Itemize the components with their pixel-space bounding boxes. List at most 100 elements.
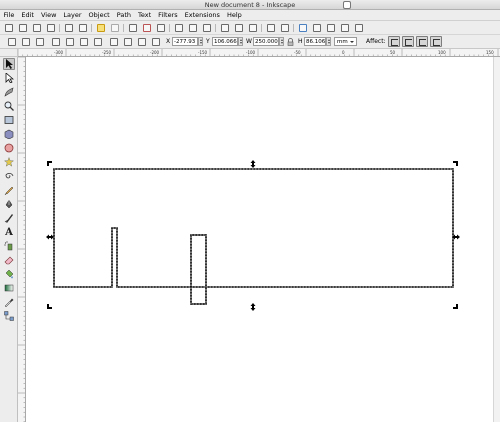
vertical-scrollbar[interactable]: [493, 57, 500, 422]
paste-icon[interactable]: [157, 24, 165, 32]
text-tool-icon[interactable]: A: [3, 226, 15, 238]
x-label: X: [166, 38, 171, 45]
xml-editor-icon[interactable]: [327, 24, 335, 32]
cut-icon[interactable]: [143, 24, 151, 32]
zoom-page-icon[interactable]: [203, 24, 211, 32]
width-field[interactable]: [253, 37, 279, 46]
height-spinner[interactable]: [326, 37, 331, 46]
selector-tool-icon[interactable]: [3, 58, 15, 70]
pencil-tool-icon[interactable]: [3, 184, 15, 196]
group-icon[interactable]: [267, 24, 275, 32]
x-spinner[interactable]: [198, 37, 203, 46]
calligraphy-tool-icon[interactable]: [3, 212, 15, 224]
deselect-icon[interactable]: [36, 38, 44, 46]
scale-handle-top-left[interactable]: [47, 161, 52, 166]
menu-file[interactable]: File: [0, 10, 18, 21]
connector-tool-icon[interactable]: [3, 310, 15, 322]
scale-handle-top-right[interactable]: [453, 161, 458, 166]
text-font-icon[interactable]: [313, 24, 321, 32]
height-field[interactable]: [304, 37, 326, 46]
drawing-canvas[interactable]: [26, 57, 500, 422]
y-spinner[interactable]: [238, 37, 243, 46]
save-icon[interactable]: [33, 24, 41, 32]
gradient-tool-icon[interactable]: [3, 282, 15, 294]
tool-controls-bar: X Y W H mm Affect:: [0, 35, 500, 49]
x-field[interactable]: [172, 37, 198, 46]
ruler-label: -150: [198, 50, 208, 55]
open-icon[interactable]: [19, 24, 27, 32]
duplicate-icon[interactable]: [221, 24, 229, 32]
new-document-icon[interactable]: [5, 24, 13, 32]
undo-icon[interactable]: [97, 24, 105, 32]
select-all-icon[interactable]: [8, 38, 16, 46]
horizontal-ruler-ticks: -300 -250 -200 -150 -100 -50 0 50 100 15…: [18, 49, 499, 56]
scale-stroke-icon[interactable]: [388, 36, 400, 47]
scale-handle-bottom-left[interactable]: [47, 304, 52, 309]
scale-handle-bottom[interactable]: [250, 303, 256, 311]
rect-tool-icon[interactable]: [3, 114, 15, 126]
toolbar-separator: [261, 24, 262, 32]
copy-icon[interactable]: [129, 24, 137, 32]
window-title: New document 8 - Inkscape: [204, 1, 296, 9]
ungroup-icon[interactable]: [281, 24, 289, 32]
h-label: H: [298, 38, 303, 45]
rotate-ccw-icon[interactable]: [52, 38, 60, 46]
y-field[interactable]: [212, 37, 238, 46]
horizontal-ruler[interactable]: -300 -250 -200 -150 -100 -50 0 50 100 15…: [18, 49, 500, 57]
transform-patterns-icon[interactable]: [430, 36, 442, 47]
flip-vertical-icon[interactable]: [94, 38, 102, 46]
dropper-tool-icon[interactable]: [3, 296, 15, 308]
zoom-tool-icon[interactable]: [3, 100, 15, 112]
scale-corners-icon[interactable]: [402, 36, 414, 47]
star-tool-icon[interactable]: [3, 156, 15, 168]
import-icon[interactable]: [65, 24, 73, 32]
scale-handle-top[interactable]: [250, 160, 256, 168]
lower-icon[interactable]: [138, 38, 146, 46]
rotate-cw-icon[interactable]: [66, 38, 74, 46]
menu-layer[interactable]: Layer: [60, 10, 85, 21]
align-distribute-icon[interactable]: [341, 24, 349, 32]
menu-text[interactable]: Text: [135, 10, 155, 21]
menu-object[interactable]: Object: [85, 10, 113, 21]
eraser-tool-icon[interactable]: [3, 254, 15, 266]
menu-view[interactable]: View: [37, 10, 59, 21]
raise-icon[interactable]: [124, 38, 132, 46]
print-icon[interactable]: [47, 24, 55, 32]
spray-tool-icon[interactable]: [3, 240, 15, 252]
paint-bucket-tool-icon[interactable]: [3, 268, 15, 280]
scale-handle-bottom-right[interactable]: [453, 304, 458, 309]
fill-stroke-icon[interactable]: [299, 24, 307, 32]
redo-icon[interactable]: [111, 24, 119, 32]
width-spinner[interactable]: [279, 37, 284, 46]
preferences-icon[interactable]: [355, 24, 363, 32]
3dbox-tool-icon[interactable]: [3, 128, 15, 140]
menu-edit[interactable]: Edit: [18, 10, 38, 21]
lower-to-bottom-icon[interactable]: [152, 38, 160, 46]
menu-filters[interactable]: Filters: [155, 10, 181, 21]
tweak-tool-icon[interactable]: [3, 86, 15, 98]
vertical-ruler[interactable]: [18, 57, 26, 422]
toolbar-separator: [215, 24, 216, 32]
zoom-selection-icon[interactable]: [175, 24, 183, 32]
ellipse-tool-icon[interactable]: [3, 142, 15, 154]
menu-path[interactable]: Path: [113, 10, 134, 21]
select-all-layers-icon[interactable]: [22, 38, 30, 46]
selection-handles: [46, 160, 460, 311]
units-select[interactable]: mm: [334, 37, 357, 46]
zoom-drawing-icon[interactable]: [189, 24, 197, 32]
scale-handle-left[interactable]: [46, 234, 54, 240]
menu-help[interactable]: Help: [223, 10, 245, 21]
pen-tool-icon[interactable]: [3, 198, 15, 210]
transform-gradients-icon[interactable]: [416, 36, 428, 47]
lock-icon[interactable]: [287, 38, 294, 46]
clone-icon[interactable]: [235, 24, 243, 32]
flip-horizontal-icon[interactable]: [80, 38, 88, 46]
node-tool-icon[interactable]: [3, 72, 15, 84]
raise-to-top-icon[interactable]: [110, 38, 118, 46]
affect-label: Affect:: [366, 38, 386, 45]
menu-extensions[interactable]: Extensions: [181, 10, 223, 21]
unlink-clone-icon[interactable]: [249, 24, 257, 32]
export-icon[interactable]: [79, 24, 87, 32]
spiral-tool-icon[interactable]: [3, 170, 15, 182]
tall-rectangle[interactable]: [190, 234, 207, 305]
